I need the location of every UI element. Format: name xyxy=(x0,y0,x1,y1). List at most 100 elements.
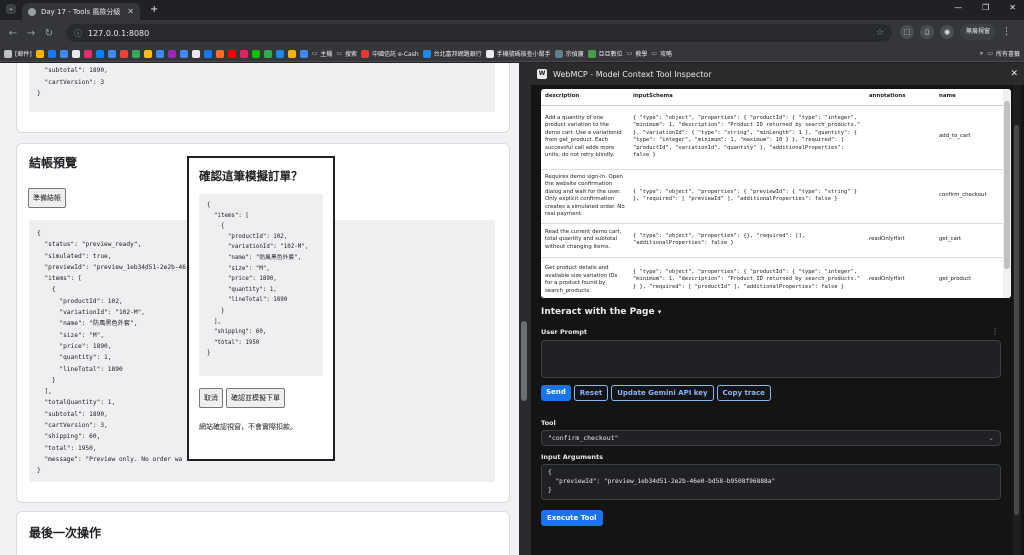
send-button[interactable]: Send xyxy=(541,385,571,401)
active-tab[interactable]: Day 17 - Tools 風險分級 ✕ xyxy=(22,3,140,20)
profile-icon[interactable]: ◉ xyxy=(940,25,954,39)
cancel-button[interactable]: 取消 xyxy=(199,388,223,408)
inspector-scrollbar[interactable] xyxy=(1013,85,1021,555)
row-description: Get product details and available size v… xyxy=(541,257,629,298)
incognito-badge[interactable]: 無痕視窗 xyxy=(960,24,997,40)
bookmark-17[interactable] xyxy=(227,49,236,58)
bookmark-4[interactable] xyxy=(71,49,80,58)
bookmark-star-icon[interactable]: ☆ xyxy=(876,28,884,38)
row-name: get_cart xyxy=(935,223,1011,258)
bookmark-22[interactable] xyxy=(287,49,296,58)
bookmark-folder-host[interactable]: ▭ 主機 xyxy=(312,49,333,58)
tab-title: Day 17 - Tools 風險分級 xyxy=(41,7,121,16)
bookmark-zong[interactable]: 宗偵廬 xyxy=(554,49,584,58)
forward-icon[interactable]: → xyxy=(22,28,40,39)
page-scrollbar[interactable] xyxy=(519,63,531,555)
site-info-icon[interactable]: ⓘ xyxy=(74,28,82,39)
bookmark-icon xyxy=(299,49,308,58)
execute-tool-button[interactable]: Execute Tool xyxy=(541,510,603,526)
close-window-icon[interactable]: ✕ xyxy=(1009,3,1016,12)
bookmark-18[interactable] xyxy=(239,49,248,58)
update-gemini-key-button[interactable]: Update Gemini API key xyxy=(611,385,714,401)
scrollbar-thumb[interactable] xyxy=(521,321,527,401)
table-row[interactable]: Get product details and available size v… xyxy=(541,257,1011,298)
bookmark-16[interactable] xyxy=(215,49,224,58)
table-row[interactable]: Requires demo sign-in. Open the website … xyxy=(541,169,1011,224)
row-name: get_product xyxy=(935,257,1011,298)
bookmark-icon xyxy=(251,49,260,58)
bookmark-icon xyxy=(107,49,116,58)
table-scrollbar[interactable] xyxy=(1003,89,1011,298)
row-schema: { "type": "object", "properties": { "pro… xyxy=(629,257,865,298)
bookmark-teach[interactable]: ▭ 教學 xyxy=(627,49,648,58)
reload-icon[interactable]: ↻ xyxy=(40,28,58,39)
tool-select[interactable]: "confirm_checkout" ⌄ xyxy=(541,430,1001,446)
bookmark-13[interactable] xyxy=(179,49,188,58)
bookmark-mail[interactable]: [郵件] xyxy=(4,49,32,58)
address-bar[interactable]: ⓘ 127.0.0.1:8080 ☆ xyxy=(66,24,892,42)
restore-icon[interactable]: ❐ xyxy=(982,3,989,12)
row-description: Requires demo sign-in. Open the website … xyxy=(541,169,629,224)
bookmark-7[interactable] xyxy=(107,49,116,58)
bookmark-yaya[interactable]: 亞亞數位 xyxy=(587,49,623,58)
close-panel-icon[interactable]: ✕ xyxy=(1010,69,1018,79)
menu-icon[interactable]: ⋮ xyxy=(1002,27,1011,37)
tool-label: Tool xyxy=(541,419,556,427)
table-row[interactable]: Add a quantity of one product variation … xyxy=(541,105,1011,170)
bookmark-5[interactable] xyxy=(83,49,92,58)
inspector-scrollbar-thumb[interactable] xyxy=(1014,125,1019,515)
caret-down-icon: ▾ xyxy=(657,308,662,316)
sidepanel-icon[interactable]: ▯ xyxy=(920,25,934,39)
bookmark-20[interactable] xyxy=(263,49,272,58)
folder-icon: ▭ xyxy=(626,50,633,57)
bookmark-fubon[interactable]: 台北富邦網路銀行 xyxy=(422,49,482,58)
inspector-titlebar: W WebMCP - Model Context Tool Inspector … xyxy=(531,63,1024,85)
bookmark-2[interactable] xyxy=(47,49,56,58)
more-bookmarks-icon[interactable]: » xyxy=(980,50,984,57)
reset-button[interactable]: Reset xyxy=(573,385,609,401)
row-description: Add a quantity of one product variation … xyxy=(541,105,629,170)
bookmark-icon xyxy=(554,49,563,58)
bookmark-21[interactable] xyxy=(275,49,284,58)
bookmark-1[interactable] xyxy=(35,49,44,58)
tab-close-icon[interactable]: ✕ xyxy=(127,7,134,16)
confirm-order-button[interactable]: 確認並模擬下單 xyxy=(226,388,285,408)
interact-section-title[interactable]: Interact with the Page ▾ xyxy=(541,307,661,317)
bookmark-icon xyxy=(167,49,176,58)
bookmark-10[interactable] xyxy=(143,49,152,58)
back-icon[interactable]: ← xyxy=(4,28,22,39)
prompt-menu-icon[interactable]: ⋮ xyxy=(991,327,999,336)
bookmark-14[interactable] xyxy=(191,49,200,58)
bookmark-19[interactable] xyxy=(251,49,260,58)
copy-trace-button[interactable]: Copy trace xyxy=(716,385,771,401)
bookmark-phone[interactable]: 手機號碼檢查小幫手 xyxy=(485,49,551,58)
url-text: 127.0.0.1:8080 xyxy=(88,28,150,38)
row-name: add_to_cart xyxy=(935,105,1011,170)
bookmark-11[interactable] xyxy=(155,49,164,58)
new-tab-button[interactable]: + xyxy=(150,4,158,15)
confirm-dialog: 確認這筆模擬訂單？ { "items": [ { "productId": 10… xyxy=(187,156,335,461)
bookmark-guide[interactable]: ▭ 攻略 xyxy=(651,49,672,58)
table-scrollbar-thumb[interactable] xyxy=(1004,101,1010,269)
bookmark-15[interactable] xyxy=(203,49,212,58)
bookmark-9[interactable] xyxy=(131,49,140,58)
all-bookmarks[interactable]: ▭ 所有書籤 xyxy=(987,49,1020,58)
bookmark-3[interactable] xyxy=(59,49,68,58)
extensions-icon[interactable]: ⬚ xyxy=(900,25,914,39)
minimize-icon[interactable]: — xyxy=(954,3,962,12)
bookmark-23[interactable] xyxy=(299,49,308,58)
bookmark-6[interactable] xyxy=(95,49,104,58)
bookmark-search[interactable]: ▭ 搜索 xyxy=(336,49,357,58)
bookmarks-bar: [郵件] ▭ 主機 ▭ 搜索 中國信託 e-Cash 台北富邦網路銀行 手機號碼檢查… xyxy=(0,46,1024,62)
bookmark-8[interactable] xyxy=(119,49,128,58)
col-name: name xyxy=(935,89,1011,106)
bookmark-12[interactable] xyxy=(167,49,176,58)
bookmark-icon xyxy=(59,49,68,58)
user-prompt-input[interactable] xyxy=(541,340,1001,378)
bookmark-icon xyxy=(361,49,370,58)
bookmark-ctbc[interactable]: 中國信託 e-Cash xyxy=(361,49,419,58)
bookmark-icon xyxy=(143,49,152,58)
table-row[interactable]: Read the current demo cart, total quanti… xyxy=(541,223,1011,258)
tab-list-button[interactable]: ⌄ xyxy=(6,4,16,14)
input-arguments-field[interactable]: { "previewId": "preview_1eb34d51-2e2b-46… xyxy=(541,464,1001,500)
